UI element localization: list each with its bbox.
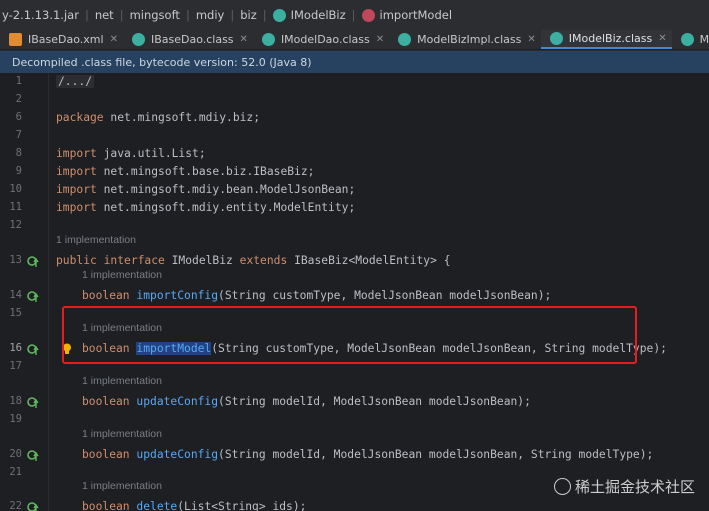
breadcrumb-biz[interactable]: biz (240, 8, 257, 22)
tab-modelaction-class[interactable]: ModelAction.class ✕ (672, 30, 709, 49)
code-line: public interface IModelBiz extends IBase… (56, 254, 451, 267)
tab-imodelbiz-class[interactable]: IModelBiz.class ✕ (540, 30, 672, 49)
line-number: 13 (9, 254, 22, 266)
class-file-icon (261, 33, 275, 46)
class-file-icon (680, 33, 694, 46)
fold-guide (48, 73, 49, 511)
line-number: 16 (9, 342, 22, 354)
code-line: import net.mingsoft.base.biz.IBaseBiz; (56, 165, 315, 178)
line-number: 19 (9, 413, 22, 425)
breadcrumb-net[interactable]: net (95, 8, 114, 22)
usage-hint[interactable]: 1 implementation (82, 375, 162, 387)
line-number: 11 (9, 201, 22, 213)
line-number: 20 (9, 448, 22, 460)
breadcrumb-jar[interactable]: y-2.1.13.1.jar (2, 8, 79, 22)
implemented-marker-icon[interactable] (27, 255, 41, 269)
usage-hint[interactable]: 1 implementation (56, 234, 136, 246)
tab-ibasedao-xml[interactable]: IBaseDao.xml ✕ (0, 30, 123, 49)
line-number: 17 (9, 360, 22, 372)
close-icon[interactable]: ✕ (376, 34, 384, 45)
editor-tabs: IBaseDao.xml ✕ IBaseDao.class ✕ IModelDa… (0, 30, 709, 50)
breadcrumb-mdiy[interactable]: mdiy (196, 8, 225, 22)
implemented-marker-icon[interactable] (27, 449, 41, 463)
code-line: import net.mingsoft.mdiy.bean.ModelJsonB… (56, 183, 356, 196)
close-icon[interactable]: ✕ (527, 34, 535, 45)
interface-icon (272, 8, 286, 22)
tab-imodeldao-class[interactable]: IModelDao.class ✕ (253, 30, 389, 49)
tab-modelbizimpl-class[interactable]: ModelBizImpl.class ✕ (389, 30, 541, 49)
breadcrumb-separator: | (84, 8, 89, 22)
line-number: 21 (9, 466, 22, 478)
breadcrumb-importmodel[interactable]: importModel (361, 8, 452, 22)
class-file-icon (549, 32, 563, 45)
tab-ibasedao-class[interactable]: IBaseDao.class ✕ (123, 30, 253, 49)
code-editor[interactable]: 1 2 6 7 8 9 10 11 12 13 14 15 16 17 18 1… (0, 73, 709, 511)
implemented-marker-icon[interactable] (27, 501, 41, 511)
breadcrumb: y-2.1.13.1.jar | net | mingsoft | mdiy |… (0, 0, 709, 30)
method-icon (361, 8, 375, 22)
line-number: 22 (9, 500, 22, 511)
watermark: 稀土掘金技术社区 (553, 476, 695, 497)
close-icon[interactable]: ✕ (110, 34, 118, 45)
code-line: boolean delete(List<String> ids); (82, 500, 307, 511)
line-number: 8 (15, 147, 22, 159)
close-icon[interactable]: ✕ (658, 33, 666, 44)
usage-hint[interactable]: 1 implementation (82, 428, 162, 440)
highlight-annotation-box (62, 306, 637, 364)
code-line: boolean updateConfig(String modelId, Mod… (82, 395, 531, 408)
decompiled-notice: Decompiled .class file, bytecode version… (0, 51, 709, 73)
breadcrumb-imodelbiz[interactable]: IModelBiz (272, 8, 346, 22)
xml-file-icon (9, 33, 22, 46)
class-file-icon (398, 33, 412, 46)
code-line: boolean updateConfig(String modelId, Mod… (82, 448, 654, 461)
line-number: 2 (15, 93, 22, 105)
line-number: 12 (9, 219, 22, 231)
line-number: 15 (9, 307, 22, 319)
usage-hint[interactable]: 1 implementation (82, 480, 162, 492)
breadcrumb-mingsoft[interactable]: mingsoft (130, 8, 180, 22)
breadcrumb-separator: | (185, 8, 190, 22)
close-icon[interactable]: ✕ (240, 34, 248, 45)
line-number: 7 (15, 129, 22, 141)
code-line: import net.mingsoft.mdiy.entity.ModelEnt… (56, 201, 356, 214)
watermark-logo-icon (553, 478, 571, 495)
line-number: 6 (15, 111, 22, 123)
code-line: import java.util.List; (56, 147, 206, 160)
code-line: package net.mingsoft.mdiy.biz; (56, 111, 261, 124)
breadcrumb-separator: | (230, 8, 235, 22)
line-number: 14 (9, 289, 22, 301)
usage-hint[interactable]: 1 implementation (82, 269, 162, 281)
line-number: 18 (9, 395, 22, 407)
implemented-marker-icon[interactable] (27, 290, 41, 304)
breadcrumb-separator: | (262, 8, 267, 22)
line-number: 10 (9, 183, 22, 195)
code-line: boolean importConfig(String customType, … (82, 289, 552, 302)
line-number: 9 (15, 165, 22, 177)
implemented-marker-icon[interactable] (27, 396, 41, 410)
implemented-marker-icon[interactable] (27, 343, 41, 357)
breadcrumb-separator: | (119, 8, 124, 22)
line-number: 1 (15, 75, 22, 87)
class-file-icon (131, 33, 145, 46)
folded-region[interactable]: /.../ (56, 75, 95, 88)
breadcrumb-separator: | (351, 8, 356, 22)
